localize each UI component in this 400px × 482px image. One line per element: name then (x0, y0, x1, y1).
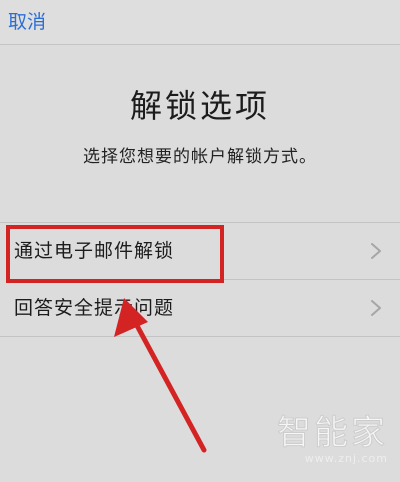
unlock-options-screen: 取消 解锁选项 选择您想要的帐户解锁方式。 通过电子邮件解锁 回答安全提示问题 … (0, 0, 400, 482)
option-label: 回答安全提示问题 (14, 297, 175, 319)
page-title: 解锁选项 (129, 87, 270, 125)
cancel-button[interactable]: 取消 (8, 10, 46, 34)
option-unlock-via-email[interactable]: 通过电子邮件解锁 (0, 223, 400, 279)
nav-divider (0, 44, 400, 45)
chevron-right-icon (371, 300, 381, 316)
navigation-bar: 取消 (0, 0, 400, 44)
watermark-url: www.znj.com (304, 452, 388, 465)
watermark-logo: 智能家 (277, 413, 388, 453)
page-subtitle: 选择您想要的帐户解锁方式。 (83, 147, 317, 167)
list-bottom-divider (0, 336, 400, 337)
option-answer-security-questions[interactable]: 回答安全提示问题 (0, 280, 400, 336)
option-label: 通过电子邮件解锁 (14, 240, 175, 262)
watermark: 智能家 www.znj.com (277, 414, 388, 466)
chevron-right-icon (371, 243, 381, 259)
